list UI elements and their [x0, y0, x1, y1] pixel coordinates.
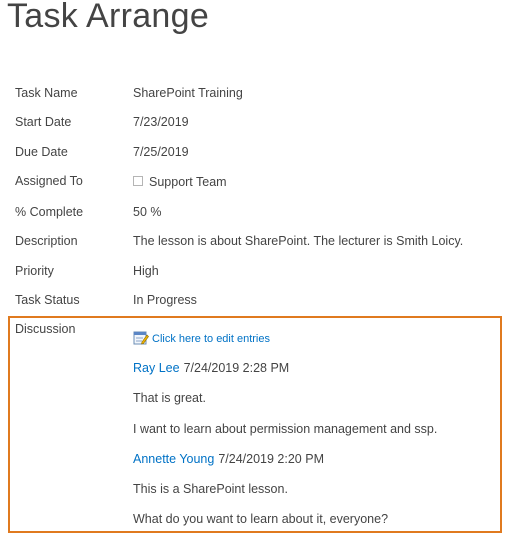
percent-complete-label: % Complete: [15, 205, 84, 219]
task-name-label: Task Name: [15, 86, 78, 100]
start-date-label: Start Date: [15, 115, 72, 129]
entry-line: What do you want to learn about it, ever…: [133, 512, 389, 526]
edit-entries-label[interactable]: Click here to edit entries: [152, 333, 270, 345]
task-status-value: In Progress: [133, 293, 197, 307]
entry-line: This is a SharePoint lesson.: [133, 482, 288, 496]
entry-timestamp: 7/24/2019 2:28 PM: [183, 361, 290, 375]
assigned-to-value[interactable]: Support Team: [133, 175, 227, 189]
due-date-value: 7/25/2019: [133, 145, 189, 159]
discussion-label: Discussion: [15, 322, 76, 336]
edit-entries-icon: [133, 331, 149, 345]
presence-checkbox-icon: [133, 176, 143, 186]
assigned-to-name[interactable]: Support Team: [149, 175, 227, 189]
percent-complete-value: 50 %: [133, 205, 162, 219]
entry-author-link[interactable]: Annette Young: [133, 452, 214, 466]
assigned-to-label: Assigned To: [15, 174, 83, 188]
entry-header: Ray Lee 7/24/2019 2:28 PM: [133, 361, 289, 375]
entry-header: Annette Young 7/24/2019 2:20 PM: [133, 452, 324, 466]
task-name-value: SharePoint Training: [133, 86, 243, 100]
edit-entries-link[interactable]: Click here to edit entries: [133, 330, 270, 345]
entry-author-link[interactable]: Ray Lee: [133, 361, 180, 375]
description-value: The lesson is about SharePoint. The lect…: [133, 234, 464, 248]
start-date-value: 7/23/2019: [133, 115, 189, 129]
priority-label: Priority: [15, 264, 54, 278]
description-label: Description: [15, 234, 78, 248]
priority-value: High: [133, 264, 159, 278]
task-status-label: Task Status: [15, 293, 80, 307]
entry-line: That is great.: [133, 391, 206, 405]
page-title: Task Arrange: [7, 0, 210, 35]
entry-timestamp: 7/24/2019 2:20 PM: [218, 452, 324, 466]
due-date-label: Due Date: [15, 145, 68, 159]
entry-line: I want to learn about permission managem…: [133, 422, 438, 436]
